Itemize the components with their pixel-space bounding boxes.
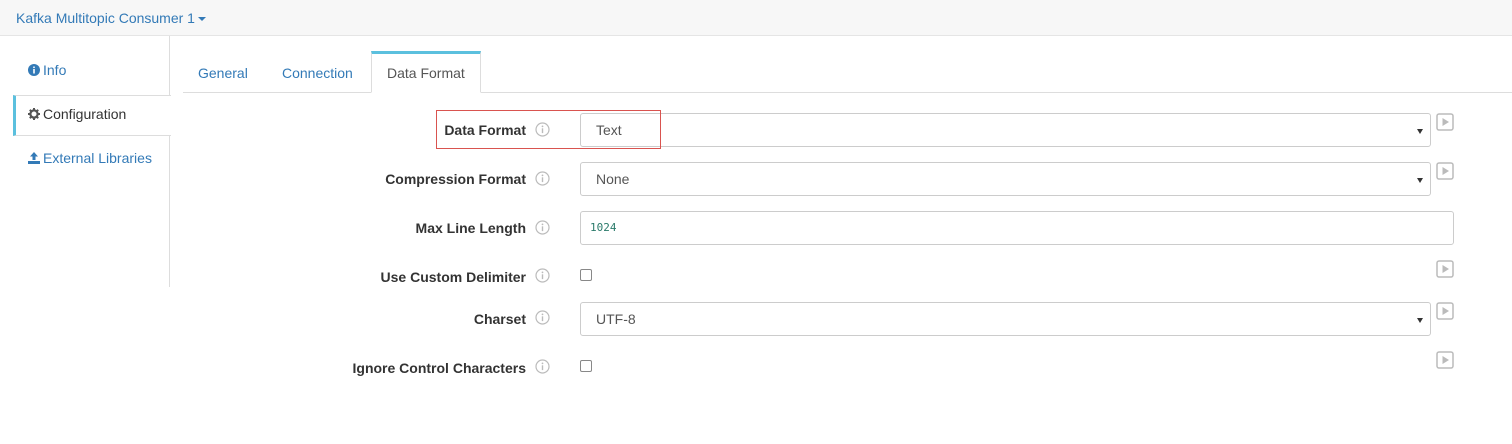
data-format-select[interactable]: Text — [580, 113, 1431, 147]
info-icon[interactable] — [535, 220, 550, 235]
use-custom-delimiter-label: Use Custom Delimiter — [380, 269, 526, 285]
gear-icon — [28, 108, 40, 120]
tab-data-format[interactable]: Data Format — [371, 51, 481, 93]
tab-general[interactable]: General — [183, 52, 263, 92]
select-value: UTF-8 — [596, 311, 636, 327]
sidebar-item-label: External Libraries — [43, 150, 152, 166]
info-icon[interactable] — [535, 171, 550, 186]
play-icon[interactable] — [1436, 351, 1454, 369]
caret-down-icon — [197, 17, 206, 22]
sidebar-item-external-libraries[interactable]: External Libraries — [13, 140, 170, 181]
max-line-length-label: Max Line Length — [415, 220, 526, 236]
use-custom-delimiter-checkbox[interactable] — [580, 269, 592, 281]
info-circle-icon — [28, 64, 40, 76]
dropdown-arrow-icon — [1417, 318, 1423, 323]
top-bar: Kafka Multitopic Consumer 1 — [0, 0, 1512, 36]
dropdown-arrow-icon — [1417, 178, 1423, 183]
charset-label: Charset — [473, 311, 526, 327]
data-format-label: Data Format — [444, 122, 526, 138]
dropdown-arrow-icon — [1417, 129, 1423, 134]
info-icon[interactable] — [535, 310, 550, 325]
play-icon[interactable] — [1436, 162, 1454, 180]
charset-select[interactable]: UTF-8 — [580, 302, 1431, 336]
upload-icon — [28, 152, 40, 164]
sidebar-item-label: Configuration — [43, 106, 127, 122]
sidebar-item-label: Info — [43, 62, 67, 78]
select-value: Text — [596, 122, 622, 138]
sidebar-item-info[interactable]: Info — [13, 52, 170, 93]
ignore-control-characters-label: Ignore Control Characters — [352, 360, 526, 376]
info-icon[interactable] — [535, 268, 550, 283]
play-icon[interactable] — [1436, 302, 1454, 320]
max-line-length-input[interactable]: 1024 — [580, 211, 1454, 245]
compression-format-select[interactable]: None — [580, 162, 1431, 196]
sidebar-item-configuration[interactable]: Configuration — [13, 95, 171, 136]
play-icon[interactable] — [1436, 260, 1454, 278]
compression-format-label: Compression Format — [385, 171, 526, 187]
info-icon[interactable] — [535, 122, 550, 137]
info-icon[interactable] — [535, 359, 550, 374]
stage-title-label: Kafka Multitopic Consumer 1 — [16, 10, 195, 26]
input-value: 1024 — [590, 221, 617, 234]
ignore-control-characters-checkbox[interactable] — [580, 360, 592, 372]
select-value: None — [596, 171, 630, 187]
sidebar: Info Configuration External Libraries — [0, 36, 171, 287]
stage-title-dropdown[interactable]: Kafka Multitopic Consumer 1 — [16, 10, 206, 26]
play-icon[interactable] — [1436, 113, 1454, 131]
tab-connection[interactable]: Connection — [267, 52, 368, 92]
